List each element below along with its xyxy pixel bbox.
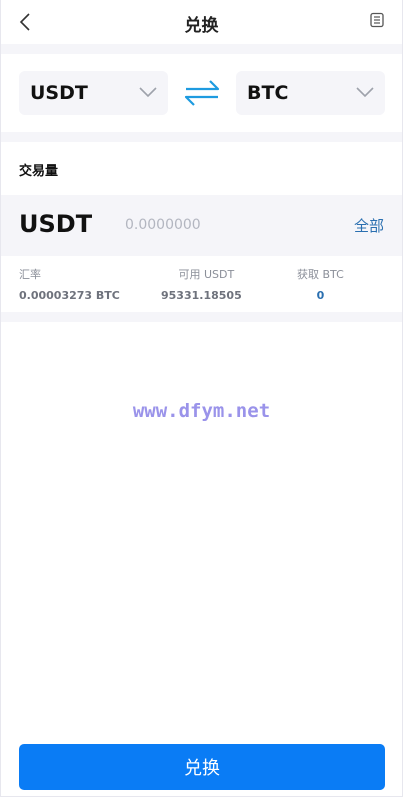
to-currency-value: BTC — [247, 82, 289, 104]
page-title: 兑换 — [184, 16, 219, 36]
amount-input-row: USDT 全部 — [1, 195, 402, 256]
chevron-down-icon — [139, 87, 157, 98]
chevron-down-icon — [356, 87, 374, 98]
amount-input[interactable] — [119, 213, 331, 237]
available-value: 95331.18505 — [161, 289, 242, 302]
swap-direction-button[interactable] — [182, 78, 222, 108]
exchange-submit-button[interactable]: 兑换 — [19, 744, 385, 790]
top-nav-bar: 兑换 — [1, 0, 402, 44]
available-info: 可用 USDT 95331.18505 — [161, 266, 242, 302]
document-list-icon — [370, 12, 384, 28]
from-currency-value: USDT — [30, 82, 88, 104]
divider — [1, 132, 402, 142]
swap-arrows-icon — [184, 80, 220, 106]
divider — [1, 312, 402, 322]
receive-info: 获取 BTC 0 — [297, 266, 344, 302]
rate-value: 0.00003273 BTC — [19, 289, 120, 302]
available-label: 可用 USDT — [178, 268, 235, 281]
rate-label: 汇率 — [19, 268, 41, 281]
receive-label: 获取 BTC — [297, 268, 344, 281]
amount-label: 交易量 — [19, 164, 59, 179]
watermark: www.dfym.net — [132, 400, 271, 422]
divider — [1, 44, 402, 54]
exchange-page: 兑换 USDT BTC 交易量 USDT 全 — [0, 0, 403, 797]
records-button[interactable] — [369, 12, 387, 30]
from-currency-select[interactable]: USDT — [19, 71, 168, 115]
to-currency-select[interactable]: BTC — [236, 71, 385, 115]
rate-info: 汇率 0.00003273 BTC — [19, 266, 120, 302]
all-button[interactable]: 全部 — [354, 215, 384, 236]
receive-value: 0 — [316, 289, 325, 302]
amount-currency: USDT — [19, 210, 93, 238]
